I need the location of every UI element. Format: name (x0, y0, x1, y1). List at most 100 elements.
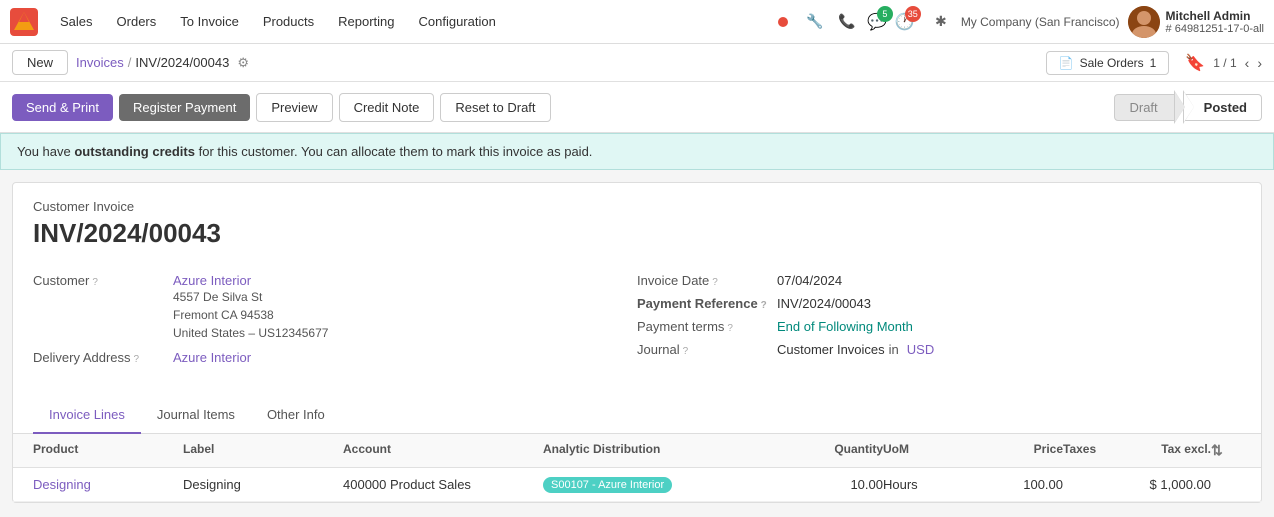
customer-help-icon[interactable]: ? (92, 277, 98, 288)
breadcrumb-separator: / (128, 55, 132, 70)
col-tax-excl: Tax excl. (1143, 442, 1211, 459)
app-logo[interactable] (10, 8, 38, 36)
activity-count: 35 (905, 6, 921, 22)
analytic-tag: S00107 - Azure Interior (543, 477, 672, 493)
payment-terms-row: Payment terms? End of Following Month (637, 319, 1241, 334)
send-print-button[interactable]: Send & Print (12, 94, 113, 121)
nav-to-invoice[interactable]: To Invoice (170, 10, 249, 33)
col-uom: UoM (883, 442, 963, 459)
table-settings-icon[interactable]: ⇅ (1211, 442, 1223, 458)
invoice-form: Customer Invoice INV/2024/00043 Customer… (12, 182, 1262, 503)
col-account: Account (343, 442, 543, 459)
sale-orders-button[interactable]: 📄 Sale Orders 1 (1046, 51, 1170, 75)
tab-other-info[interactable]: Other Info (251, 397, 341, 434)
col-price: Price (963, 442, 1063, 459)
tab-invoice-lines[interactable]: Invoice Lines (33, 397, 141, 434)
credit-note-button[interactable]: Credit Note (339, 93, 435, 122)
record-gear-icon[interactable]: ⚙ (237, 55, 249, 71)
activity-badge-icon[interactable]: 🕐 35 (895, 12, 915, 32)
chat-badge-icon[interactable]: 💬 5 (867, 12, 887, 32)
invoice-lines-table: Product Label Account Analytic Distribut… (13, 434, 1261, 502)
nav-configuration[interactable]: Configuration (409, 10, 506, 33)
journal-currency[interactable]: USD (907, 342, 934, 357)
sale-orders-doc-icon: 📄 (1059, 56, 1074, 70)
journal-in-text: in (889, 342, 899, 357)
breadcrumb-parent[interactable]: Invoices (76, 55, 124, 70)
red-dot-icon[interactable] (771, 10, 795, 34)
payment-terms-value[interactable]: End of Following Month (777, 319, 913, 334)
customer-name[interactable]: Azure Interior (173, 273, 328, 288)
journal-row: Journal? Customer Invoices in USD (637, 342, 1241, 357)
left-fields: Customer? Azure Interior 4557 De Silva S… (33, 273, 637, 389)
payment-terms-help-icon[interactable]: ? (727, 323, 733, 334)
chat-count: 5 (877, 6, 893, 22)
next-record-arrow[interactable]: › (1257, 55, 1262, 71)
row-price: 100.00 (963, 477, 1063, 492)
nav-orders[interactable]: Orders (107, 10, 167, 33)
prev-record-arrow[interactable]: ‹ (1245, 55, 1250, 71)
nav-reporting[interactable]: Reporting (328, 10, 404, 33)
col-analytic: Analytic Distribution (543, 442, 763, 459)
topnav-right: 🔧 📞 💬 5 🕐 35 ✱ My Company (San Francisco… (771, 6, 1264, 38)
alert-bold: outstanding credits (74, 144, 195, 159)
nav-products[interactable]: Products (253, 10, 324, 33)
invoice-number: INV/2024/00043 (33, 218, 1241, 249)
invoice-type: Customer Invoice (33, 199, 1241, 214)
col-product: Product (33, 442, 183, 459)
top-navigation: Sales Orders To Invoice Products Reporti… (0, 0, 1274, 44)
table-row: Designing Designing 400000 Product Sales… (13, 468, 1261, 502)
row-product[interactable]: Designing (33, 477, 183, 492)
posted-status[interactable]: Posted (1184, 94, 1262, 121)
sale-orders-label: Sale Orders (1080, 56, 1144, 70)
invoice-header: Customer Invoice INV/2024/00043 (13, 183, 1261, 273)
user-details: Mitchell Admin # 64981251-17-0-all (1166, 9, 1264, 35)
page-indicator: 1 / 1 (1213, 56, 1236, 70)
invoice-date-value: 07/04/2024 (777, 273, 842, 288)
outstanding-credits-alert: You have outstanding credits for this cu… (0, 133, 1274, 170)
journal-help-icon[interactable]: ? (683, 346, 689, 357)
col-taxes: Taxes (1063, 442, 1143, 459)
breadcrumb-bar: New Invoices / INV/2024/00043 ⚙ 📄 Sale O… (0, 44, 1274, 82)
alert-suffix: for this customer. You can allocate them… (195, 144, 592, 159)
draft-status[interactable]: Draft (1114, 94, 1174, 121)
delivery-field-row: Delivery Address? Azure Interior (33, 350, 637, 365)
row-analytic[interactable]: S00107 - Azure Interior (543, 476, 763, 493)
breadcrumb-current: INV/2024/00043 (135, 55, 229, 70)
payment-terms-label: Payment terms? (637, 319, 777, 334)
table-header: Product Label Account Analytic Distribut… (13, 434, 1261, 468)
payment-ref-help-icon[interactable]: ? (761, 300, 767, 311)
customer-address: 4557 De Silva St Fremont CA 94538 United… (173, 288, 328, 342)
delivery-value[interactable]: Azure Interior (173, 350, 251, 365)
settings-icon[interactable]: ✱ (929, 10, 953, 34)
status-container: Draft Posted (1114, 90, 1262, 124)
invoice-date-row: Invoice Date? 07/04/2024 (637, 273, 1241, 288)
journal-value: Customer Invoices (777, 342, 885, 357)
user-info[interactable]: Mitchell Admin # 64981251-17-0-all (1128, 6, 1264, 38)
company-name[interactable]: My Company (San Francisco) (961, 15, 1120, 29)
tools-icon[interactable]: 🔧 (803, 10, 827, 34)
payment-ref-row: Payment Reference? INV/2024/00043 (637, 296, 1241, 311)
payment-ref-label: Payment Reference? (637, 296, 777, 311)
breadcrumb: Invoices / INV/2024/00043 ⚙ (76, 55, 249, 71)
delivery-help-icon[interactable]: ? (134, 354, 140, 365)
invoice-date-help-icon[interactable]: ? (712, 277, 718, 288)
right-fields: Invoice Date? 07/04/2024 Payment Referen… (637, 273, 1241, 389)
customer-label: Customer? (33, 273, 173, 288)
reset-to-draft-button[interactable]: Reset to Draft (440, 93, 550, 122)
payment-ref-value: INV/2024/00043 (777, 296, 871, 311)
new-button[interactable]: New (12, 50, 68, 75)
register-payment-button[interactable]: Register Payment (119, 94, 250, 121)
action-bar: Send & Print Register Payment Preview Cr… (0, 82, 1274, 133)
bookmark-icon[interactable]: 🔖 (1185, 53, 1205, 73)
nav-sales[interactable]: Sales (50, 10, 103, 33)
delivery-label: Delivery Address? (33, 350, 173, 365)
customer-field-row: Customer? Azure Interior 4557 De Silva S… (33, 273, 637, 342)
col-actions: ⇅ (1211, 442, 1241, 459)
preview-button[interactable]: Preview (256, 93, 332, 122)
phone-icon[interactable]: 📞 (835, 10, 859, 34)
user-avatar[interactable] (1128, 6, 1160, 38)
row-label: Designing (183, 477, 343, 492)
invoice-fields: Customer? Azure Interior 4557 De Silva S… (13, 273, 1261, 389)
tab-journal-items[interactable]: Journal Items (141, 397, 251, 434)
row-tax-excl: $ 1,000.00 (1143, 477, 1211, 492)
